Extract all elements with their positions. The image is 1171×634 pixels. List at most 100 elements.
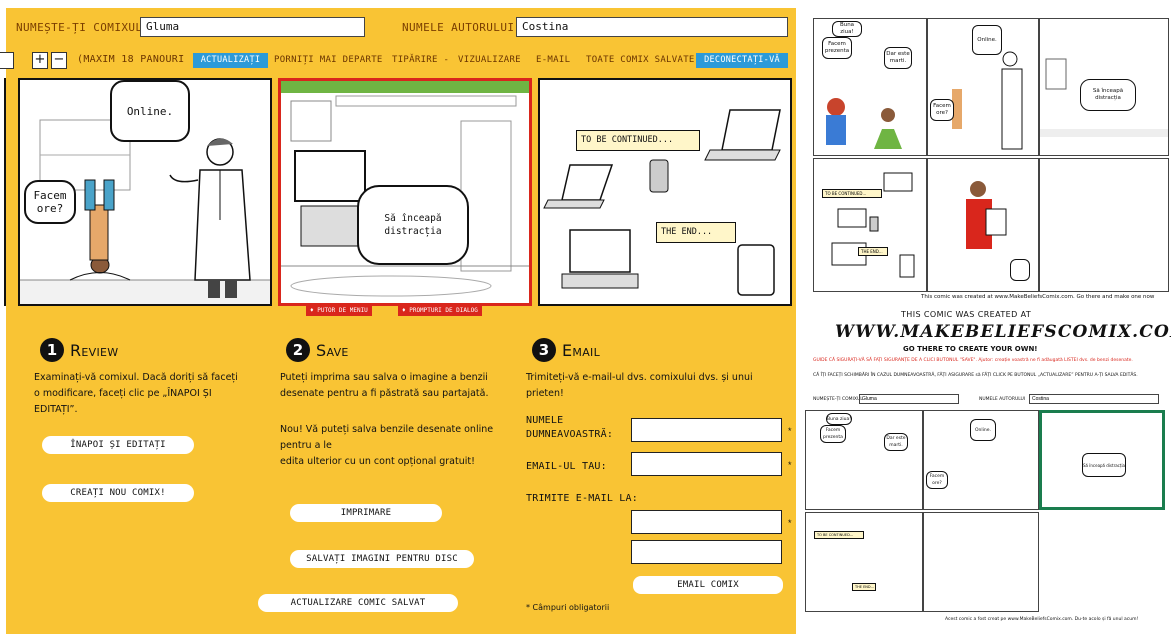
devices-scene-icon	[543, 109, 781, 296]
your-email-input[interactable]	[631, 452, 782, 476]
preview-panel-1: Buna ziua! Facem prezenta Dar este marti…	[813, 18, 927, 156]
add-panel-button[interactable]: +	[32, 52, 48, 69]
send-to-input-2[interactable]	[631, 540, 782, 564]
preview-bubble: Facem prezenta	[822, 37, 852, 59]
panel-left-edge	[0, 78, 6, 306]
mini-panel-2: Online. Facem ore?	[923, 410, 1039, 510]
preview-caption: TO BE CONTINUED...	[822, 189, 882, 198]
speech-bubble-distractia[interactable]: Să înceapă distracția	[357, 185, 469, 265]
back-edit-button[interactable]: ÎNAPOI ȘI EDITAȚI	[42, 436, 194, 454]
email-title: Email	[562, 340, 600, 360]
mini-panel-1: Buna ziua! Facem prezenta Dar este marti…	[805, 410, 923, 510]
comic-panels: Online. Facem ore? Să înceapă distracția…	[0, 78, 796, 316]
mini-bubble: Dar este marti.	[884, 433, 908, 451]
preview-footer-2: Acest comic a fost creat pe www.MakeBeli…	[945, 617, 1139, 622]
save-title: Save	[316, 340, 349, 360]
preview-bubble: Facem ore?	[930, 99, 954, 121]
mini-caption: THE END...	[852, 583, 876, 591]
preview-bubble: Dar este marti.	[884, 47, 912, 69]
preview-black-note: CĂ ÎȚI FACEȚI SCHIMBĂRI ÎN CAZUL DUMNEAV…	[813, 373, 1138, 378]
toolbar: + − (MAXIM 18 PANOURI ACTUALIZAȚI PORNIȚ…	[0, 50, 796, 70]
email-header: 3 Email	[532, 338, 600, 362]
prev-button[interactable]	[0, 52, 14, 69]
save-text-2: Nou! Vă puteți salva benzile desenate on…	[280, 424, 494, 451]
preview-panel-4: TO BE CONTINUED... THE END...	[813, 158, 927, 292]
speech-bubble-facem-ore[interactable]: Facem ore?	[24, 180, 76, 224]
menu-tag[interactable]: ♦ PUTOR DE MENIU	[306, 306, 372, 316]
created-at-text: THIS COMIC WAS CREATED AT	[901, 310, 1032, 319]
comic-editor: NUMEȘTE-ȚI COMIXUL Gluma NUMELE AUTORULU…	[0, 8, 796, 634]
save-number: 2	[286, 338, 310, 362]
review-header: 1 Review	[40, 338, 118, 362]
author-input[interactable]: Costina	[516, 17, 788, 37]
print-link[interactable]: TIPĂRIRE -	[392, 55, 449, 65]
preview-empty-bubble	[1010, 259, 1030, 281]
required-mark: *	[788, 518, 792, 528]
mini-bubble: Să înceapă distracția	[1082, 453, 1126, 477]
preview-author-label: NUMELE AUTORULUI	[979, 397, 1026, 402]
logout-button[interactable]: DECONECTAȚI-VĂ	[696, 53, 788, 68]
required-mark: *	[788, 460, 792, 470]
site-logo: WWW.MAKEBELIEFSCOMIX.COM	[835, 322, 1171, 342]
save-images-button[interactable]: SALVAȚI IMAGINI PENTRU DISC	[290, 550, 474, 568]
mini-bubble: Facem prezenta	[820, 425, 846, 443]
preview-author-input: Costina	[1029, 394, 1159, 404]
preview-red-note: GUIDE CĂ SIGURAȚI-VĂ SĂ FAȚI SIGURANȚE D…	[813, 358, 1133, 363]
preview-panel-5	[927, 158, 1039, 292]
preview-panel-2: Online. Facem ore?	[927, 18, 1039, 156]
send-to-input-1[interactable]	[631, 510, 782, 534]
panel-1[interactable]: Online. Facem ore?	[18, 78, 272, 306]
comic-name-label: NUMEȘTE-ȚI COMIXUL	[16, 21, 143, 34]
send-to-label: TRIMITE E-MAIL LA:	[526, 493, 638, 504]
mini-bubble: Facem ore?	[926, 471, 948, 489]
panel-2[interactable]: Să înceapă distracția	[278, 78, 532, 306]
email-text: Trimiteți-vă e-mail-ul dvs. comixului dv…	[526, 372, 753, 399]
author-label: NUMELE AUTORULUI	[402, 21, 515, 34]
update-button[interactable]: ACTUALIZAȚI	[193, 53, 268, 68]
comic-name-input[interactable]: Gluma	[140, 17, 365, 37]
required-note: * Câmpuri obligatorii	[526, 603, 610, 612]
speech-bubble-online[interactable]: Online.	[110, 80, 190, 142]
your-name-label: NUMELE DUMNEAVOASTRĂ:	[526, 415, 614, 440]
caption-to-be-continued[interactable]: TO BE CONTINUED...	[576, 130, 700, 151]
save-text-1: Puteți imprima sau salva o imagine a ben…	[280, 372, 489, 399]
review-title: Review	[70, 340, 119, 360]
your-name-input[interactable]	[631, 418, 782, 442]
caption-the-end[interactable]: THE END...	[656, 222, 736, 243]
panel-3[interactable]: TO BE CONTINUED... THE END...	[538, 78, 792, 306]
your-email-label: EMAIL-UL TAU:	[526, 461, 607, 472]
preview-name-input: Gluma	[859, 394, 959, 404]
go-there-text: GO THERE TO CREATE YOUR OWN!	[903, 345, 1038, 353]
preview-bubble: Buna ziua!	[832, 21, 862, 37]
required-mark: *	[788, 426, 792, 436]
continue-link[interactable]: PORNIȚI MAI DEPARTE	[274, 55, 383, 65]
preview-bubble: Să înceapă distracția	[1080, 79, 1136, 111]
max-panels-text: (MAXIM 18 PANOURI	[77, 54, 185, 65]
mini-bubble: Online.	[970, 419, 996, 441]
review-text: Examinați-vă comixul. Dacă doriți să fac…	[34, 372, 238, 415]
update-saved-button[interactable]: ACTUALIZARE COMIC SALVAT	[258, 594, 458, 612]
mini-panel-4: TO BE CONTINUED... THE END...	[805, 512, 923, 612]
comic-preview: Buna ziua! Facem prezenta Dar este marti…	[797, 0, 1171, 634]
preview-panel-3: Să înceapă distracția	[1039, 18, 1169, 156]
preview-caption: THE END...	[858, 247, 888, 256]
name-row: NUMEȘTE-ȚI COMIXUL Gluma NUMELE AUTORULU…	[6, 8, 796, 42]
preview-bubble: Online.	[972, 25, 1002, 55]
devices-mini-icon	[831, 172, 915, 278]
email-number: 3	[532, 338, 556, 362]
dialog-tag[interactable]: ♦ PROMPTURI DE DIALOG	[398, 306, 482, 316]
view-link[interactable]: VIZUALIZARE	[458, 55, 521, 65]
preview-name-label: NUMEȘTE-ȚI COMIXUL	[813, 397, 863, 402]
email-comix-button[interactable]: EMAIL COMIX	[633, 576, 783, 594]
save-header: 2 Save	[286, 338, 349, 362]
all-saved-link[interactable]: TOATE COMIX SALVATE	[586, 55, 695, 65]
preview-panel-6	[1039, 158, 1169, 292]
review-number: 1	[40, 338, 64, 362]
mini-bubble: Buna ziua!	[826, 413, 852, 425]
remove-panel-button[interactable]: −	[51, 52, 67, 69]
mini-panel-5	[923, 512, 1039, 612]
print-button[interactable]: IMPRIMARE	[290, 504, 442, 522]
mini-panel-3: Să înceapă distracția	[1039, 410, 1165, 510]
new-comix-button[interactable]: CREAȚI NOU COMIX!	[42, 484, 194, 502]
email-link[interactable]: E-MAIL	[536, 55, 570, 65]
